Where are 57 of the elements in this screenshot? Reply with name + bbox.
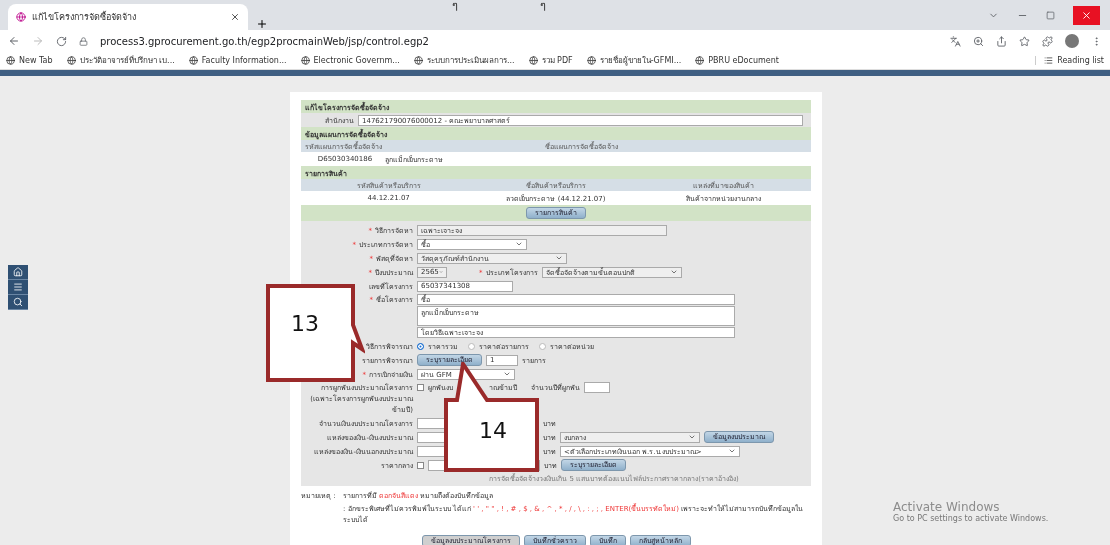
globe-icon: [695, 56, 705, 65]
search-icon[interactable]: [8, 295, 28, 310]
mark-text: ๆ: [452, 0, 458, 14]
new-tab-icon[interactable]: [256, 18, 268, 30]
puzzle-icon[interactable]: [1042, 35, 1053, 47]
maximize-icon[interactable]: [1046, 10, 1055, 20]
callout-number: 13: [291, 311, 319, 336]
home-icon[interactable]: [8, 265, 28, 280]
reading-list-link[interactable]: Reading list: [1035, 56, 1104, 65]
caret-icon: [728, 447, 736, 455]
share-icon[interactable]: [996, 35, 1007, 47]
star-icon[interactable]: [1019, 35, 1030, 47]
translate-icon[interactable]: [950, 35, 961, 47]
close-window-button[interactable]: [1073, 5, 1100, 25]
globe-icon: [300, 56, 310, 65]
reload-icon[interactable]: [56, 35, 67, 47]
menu-icon[interactable]: [8, 280, 28, 295]
caret-icon: [669, 268, 678, 276]
radio-button[interactable]: [539, 342, 546, 350]
checkbox[interactable]: [417, 461, 424, 469]
bookmark-link[interactable]: PBRU eDocument: [695, 56, 779, 65]
bookmark-link[interactable]: Faculty Information...: [188, 56, 287, 65]
globe-icon: [528, 56, 538, 65]
bookmark-link[interactable]: New Tab: [6, 56, 53, 65]
notice-title: Activate Windows: [893, 500, 1001, 514]
globe-icon: [66, 56, 76, 65]
zoom-icon[interactable]: [973, 35, 984, 47]
close-icon: [1081, 9, 1092, 21]
globe-icon: [586, 56, 596, 65]
avatar-icon[interactable]: [1065, 34, 1079, 48]
caret-icon: [515, 240, 523, 248]
bookmark-link[interactable]: ระบบการประเมินผลการ...: [413, 54, 515, 67]
address-field[interactable]: process3.gprocurement.go.th/egp2procmainWeb/jsp/control.egp2: [100, 35, 429, 47]
globe-icon: [6, 56, 15, 65]
globe-icon: [16, 12, 26, 22]
bookmark-link[interactable]: รายชื่อผู้ขายใน-GFMI...: [586, 54, 682, 67]
globe-icon: [413, 56, 423, 65]
years-field[interactable]: [584, 382, 610, 393]
lock-icon: [79, 36, 88, 46]
bookmark-link[interactable]: รวม PDF: [528, 54, 573, 67]
back-icon[interactable]: [8, 35, 20, 47]
radio-button[interactable]: [468, 342, 475, 350]
globe-icon: [188, 56, 198, 65]
notice-text: Go to PC settings to activate Windows.: [893, 514, 1049, 523]
close-icon[interactable]: [230, 12, 240, 22]
caret-icon: [555, 254, 563, 262]
radio-button[interactable]: [417, 342, 424, 350]
callout-number: 14: [479, 418, 507, 443]
list-icon: [1044, 56, 1054, 65]
caret-icon: [688, 433, 696, 441]
checkbox[interactable]: [417, 384, 424, 391]
caret-icon: [503, 370, 511, 378]
bookmark-link[interactable]: ประวัติอาจารย์ที่ปรึกษา เบ...: [66, 54, 175, 67]
bookmark-link[interactable]: Electronic Governm...: [300, 56, 400, 65]
browser-tab[interactable]: แก้ไขโครงการจัดซื้อจัดจ้าง: [8, 4, 248, 30]
caret-icon: [438, 268, 443, 276]
mark-text: ๆ: [540, 0, 546, 14]
